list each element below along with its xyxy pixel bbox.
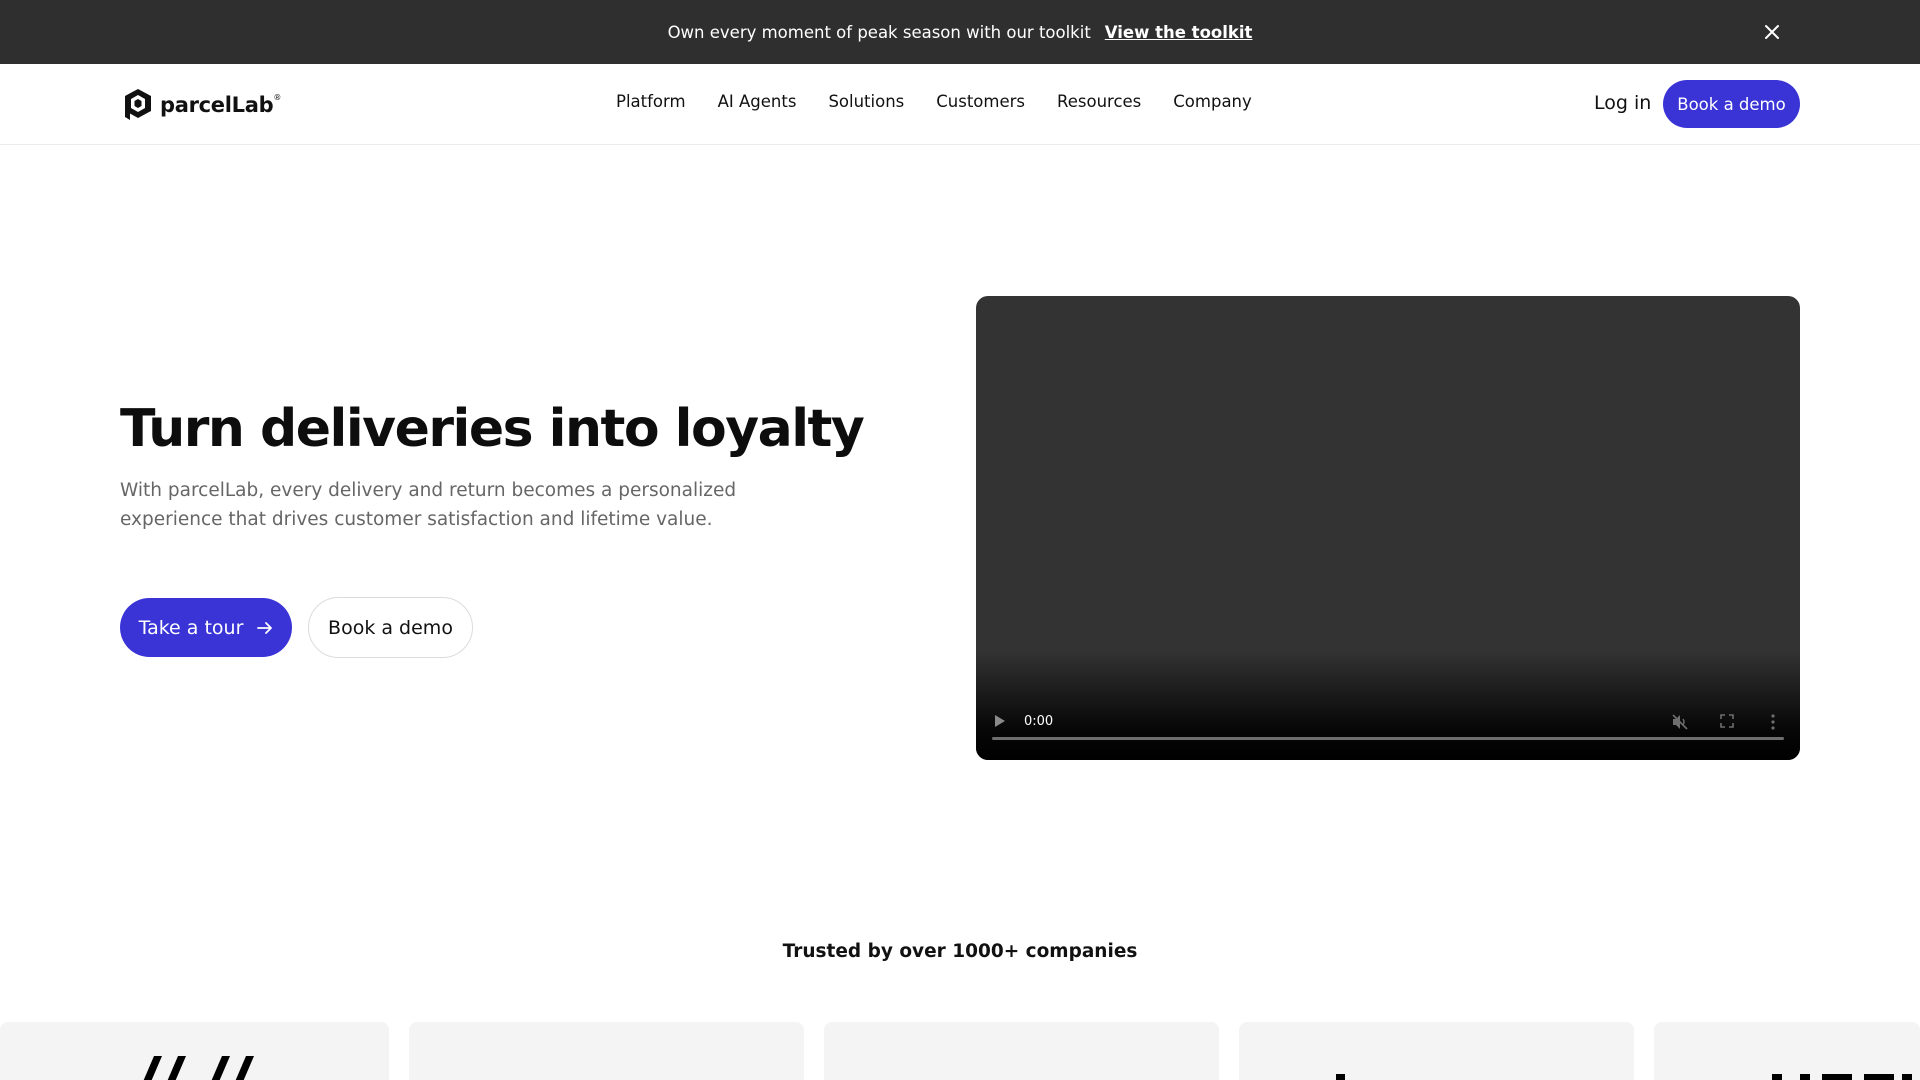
customer-logo-card-4	[1239, 1022, 1634, 1080]
video-controls: 0:00	[976, 708, 1800, 736]
customer-logo-card-3	[824, 1022, 1219, 1080]
close-icon	[1765, 25, 1779, 39]
take-tour-label: Take a tour	[138, 616, 244, 639]
nav-item-company[interactable]: Company	[1173, 92, 1252, 111]
announcement-message: Own every moment of peak season with our…	[667, 22, 1091, 42]
trusted-heading: Trusted by over 1000+ companies	[782, 941, 1138, 962]
brand-logo-icon	[143, 1056, 254, 1080]
customer-logo-card-5	[1654, 1022, 1920, 1080]
hero-video-player[interactable]: 0:00	[976, 296, 1800, 760]
nav-item-solutions[interactable]: Solutions	[828, 92, 904, 111]
arrow-right-icon	[257, 621, 273, 634]
brand-logo-icon	[1336, 1074, 1345, 1080]
login-link[interactable]: Log in	[1594, 92, 1651, 114]
customer-logo-card-2	[409, 1022, 804, 1080]
parcellab-logo[interactable]: parcelLab®	[122, 87, 281, 123]
close-announcement-button[interactable]	[1758, 18, 1786, 46]
hero-subtitle: With parcelLab, every delivery and retur…	[120, 480, 737, 530]
nav-item-ai-agents[interactable]: AI Agents	[718, 92, 797, 111]
brand-logo-icon	[1772, 1074, 1912, 1080]
announcement-bar: Own every moment of peak season with our…	[0, 0, 1920, 64]
customer-logo-card-1	[0, 1022, 389, 1080]
video-time: 0:00	[1024, 714, 1054, 729]
nav-item-platform[interactable]: Platform	[616, 92, 686, 111]
view-toolkit-link[interactable]: View the toolkit	[1105, 23, 1253, 42]
book-demo-hero-button[interactable]: Book a demo	[308, 597, 473, 658]
fullscreen-icon[interactable]	[1720, 714, 1734, 728]
nav-item-resources[interactable]: Resources	[1057, 92, 1141, 111]
more-options-icon[interactable]	[1770, 713, 1776, 731]
hero-title: Turn deliveries into loyalty	[120, 399, 865, 459]
book-demo-nav-button[interactable]: Book a demo	[1663, 80, 1800, 128]
muted-icon[interactable]	[1671, 713, 1689, 731]
video-controls-gradient	[976, 650, 1800, 760]
logo-wordmark: parcelLab®	[160, 93, 282, 117]
cube-logo-icon	[125, 89, 151, 120]
play-icon[interactable]	[994, 714, 1006, 728]
video-progress-bar[interactable]	[992, 737, 1784, 740]
nav-item-customers[interactable]: Customers	[936, 92, 1025, 111]
main-nav: Platform AI Agents Solutions Customers R…	[616, 92, 1252, 111]
site-header: parcelLab® Platform AI Agents Solutions …	[0, 64, 1920, 145]
take-tour-button[interactable]: Take a tour	[120, 598, 292, 657]
